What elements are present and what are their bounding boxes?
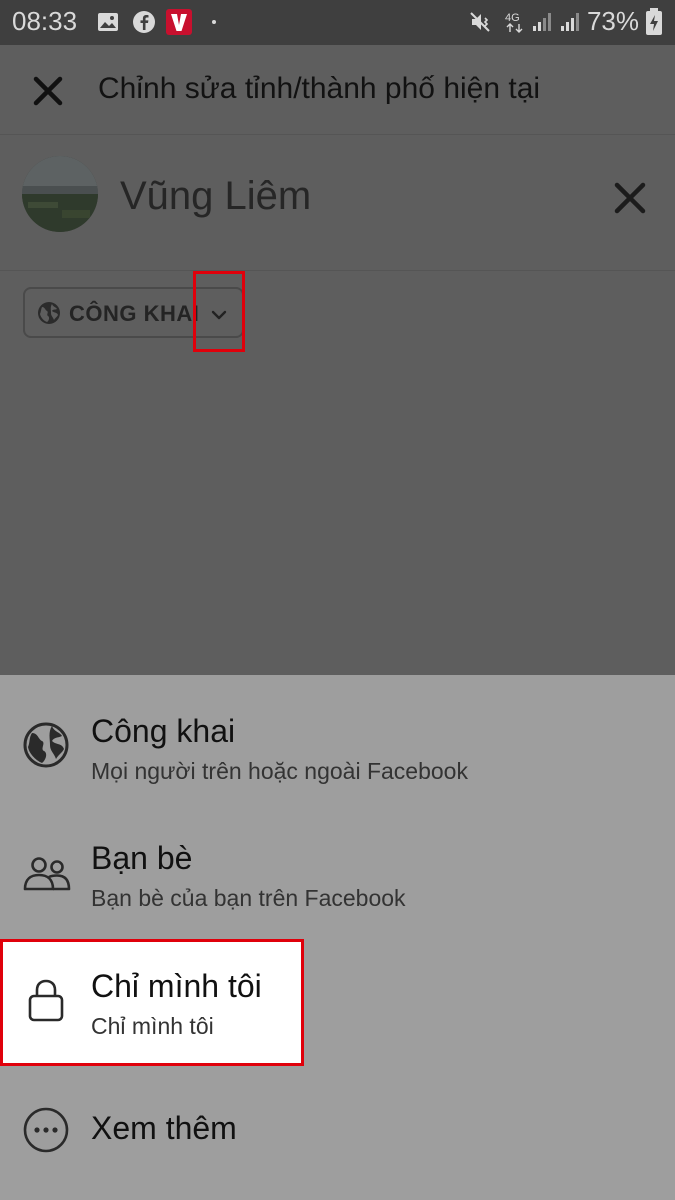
friends-icon — [23, 857, 71, 891]
option-title: Chỉ mình tôi — [91, 968, 262, 1004]
clear-location-icon[interactable] — [610, 178, 650, 218]
status-time: 08:33 — [12, 6, 78, 36]
app-bar: Chỉnh sửa tỉnh/thành phố hiện tại — [0, 45, 675, 135]
option-see-more[interactable]: Xem thêm — [0, 1100, 675, 1180]
status-bar: 08:33 4G 73% — [0, 0, 675, 45]
option-title: Xem thêm — [91, 1110, 237, 1146]
location-row: Vũng Liêm — [0, 136, 675, 271]
privacy-label: CÔNG KHAI — [69, 301, 200, 326]
battery-percent: 73% — [586, 6, 639, 36]
chevron-highlight-box — [193, 271, 245, 352]
facebook-icon — [133, 11, 155, 33]
close-icon[interactable] — [30, 73, 66, 109]
landscape-photo — [22, 156, 98, 232]
option-subtitle: Mọi người trên hoặc ngoài Facebook — [91, 758, 468, 784]
signal-icon — [533, 13, 551, 31]
option-friends[interactable]: Bạn bè Bạn bè của bạn trên Facebook — [0, 832, 675, 952]
signal-icon — [561, 13, 579, 31]
option-public[interactable]: Công khai Mọi người trên hoặc ngoài Face… — [0, 705, 675, 825]
network-label: 4G — [505, 12, 520, 24]
globe-icon — [38, 302, 60, 324]
more-icon — [23, 1107, 69, 1153]
image-icon — [98, 13, 118, 31]
location-name: Vũng Liêm — [120, 174, 312, 218]
page-title: Chỉnh sửa tỉnh/thành phố hiện tại — [98, 72, 541, 105]
mute-vibrate-icon — [470, 12, 490, 32]
lock-icon — [28, 979, 64, 1022]
dot-icon — [212, 20, 216, 24]
option-subtitle: Bạn bè của bạn trên Facebook — [91, 885, 406, 911]
battery-charging-icon — [646, 8, 662, 35]
option-title: Bạn bè — [91, 840, 193, 876]
option-subtitle: Chỉ mình tôi — [91, 1013, 214, 1039]
network-4g-icon: 4G — [505, 12, 523, 33]
location-thumbnail — [22, 156, 98, 232]
option-title: Công khai — [91, 713, 236, 749]
v-app-icon — [166, 9, 192, 35]
option-only-me[interactable]: Chỉ mình tôi Chỉ mình tôi — [0, 960, 675, 1080]
globe-icon — [23, 722, 69, 768]
